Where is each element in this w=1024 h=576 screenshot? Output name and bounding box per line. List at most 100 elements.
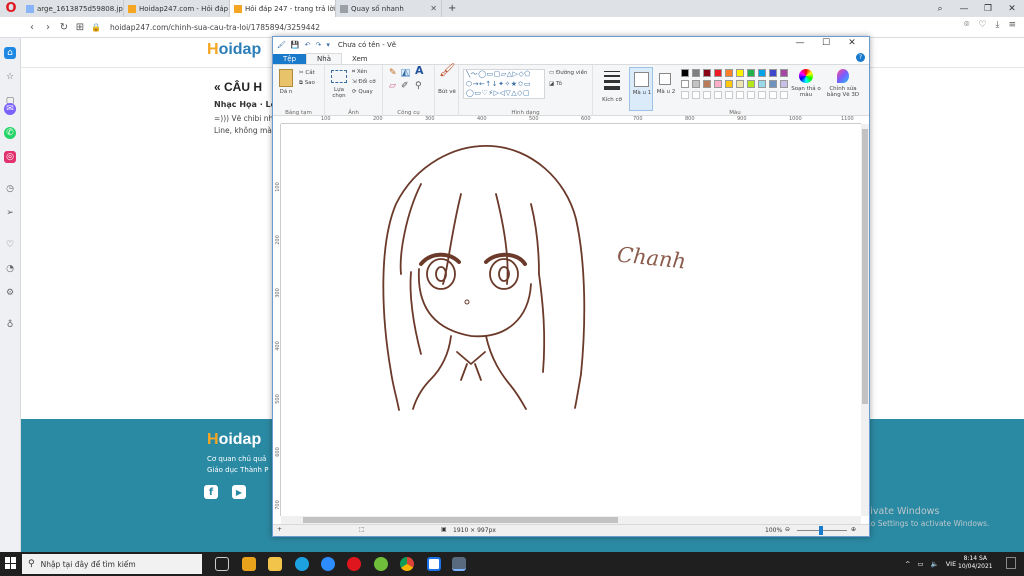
tab-image[interactable]: arge_1613875d59808.jpg ✕ <box>22 0 124 17</box>
heart-icon[interactable]: ♡ <box>978 20 986 30</box>
rotate-button[interactable]: ⟳ Quay <box>352 89 373 95</box>
color-swatch[interactable] <box>780 69 788 77</box>
camera-icon[interactable]: ⌾ <box>964 20 969 30</box>
language-indicator[interactable]: VIE <box>946 560 956 568</box>
reload-icon[interactable]: ↻ <box>56 22 72 33</box>
youtube-icon[interactable]: ▶ <box>232 485 246 499</box>
send-icon[interactable]: ➢ <box>4 207 16 219</box>
eraser-icon[interactable]: ▱ <box>389 82 396 91</box>
tab-home[interactable]: Nhà <box>306 53 342 64</box>
start-icon[interactable] <box>5 557 17 569</box>
customize-icon[interactable]: ▾ <box>326 41 330 49</box>
custom-color-slot[interactable] <box>769 91 777 99</box>
facebook-icon[interactable]: f <box>204 485 218 499</box>
back-icon[interactable]: ‹ <box>24 22 40 33</box>
paint-taskbar-icon[interactable] <box>452 557 466 571</box>
color-swatch[interactable] <box>714 80 722 88</box>
home-icon[interactable]: ⌂ <box>4 47 16 59</box>
line-size-icon[interactable] <box>604 71 620 90</box>
redo-icon[interactable]: ↷ <box>315 41 321 49</box>
pencil-icon[interactable]: ✎ <box>389 69 397 78</box>
color-swatch[interactable] <box>780 80 788 88</box>
color-swatch[interactable] <box>681 80 689 88</box>
url-field[interactable]: hoidap247.com/chinh-sua-cau-tra-loi/1785… <box>110 23 320 32</box>
drawing-canvas[interactable]: Chanh <box>281 124 861 516</box>
custom-color-slot[interactable] <box>736 91 744 99</box>
brush-icon[interactable]: 🖌 <box>439 64 456 77</box>
file-explorer-icon[interactable] <box>242 557 256 571</box>
folder-icon[interactable] <box>268 557 282 571</box>
text-icon[interactable]: A <box>415 65 424 76</box>
history-icon[interactable]: ◷ <box>4 183 16 195</box>
bulb-icon[interactable]: ♁ <box>4 319 16 331</box>
tab-file[interactable]: Tệp <box>273 54 307 64</box>
paste-icon[interactable] <box>279 69 293 87</box>
custom-color-slot[interactable] <box>692 91 700 99</box>
zoom-out-icon[interactable]: ⊖ <box>785 526 790 533</box>
close-icon[interactable]: ✕ <box>1000 4 1024 14</box>
star-icon[interactable]: ☆ <box>4 71 16 83</box>
notifications-icon[interactable] <box>1006 557 1016 569</box>
color-picker-icon[interactable]: ✐ <box>401 82 409 91</box>
instagram-icon[interactable]: ◎ <box>4 151 16 163</box>
chrome-icon[interactable] <box>400 557 414 571</box>
search-tabs-icon[interactable]: ⌕ <box>928 4 952 14</box>
undo-icon[interactable]: ↶ <box>305 41 311 49</box>
crop-button[interactable]: ⌗ Xén <box>352 69 367 75</box>
color-swatch[interactable] <box>736 69 744 77</box>
color-swatch[interactable] <box>703 80 711 88</box>
task-view-icon[interactable] <box>215 557 229 571</box>
minimize-icon[interactable]: — <box>787 38 813 48</box>
color1-button[interactable]: Mà u 1 <box>629 67 653 111</box>
color-swatch[interactable] <box>725 80 733 88</box>
whatsapp-icon[interactable]: ✆ <box>4 127 16 139</box>
taskbar-clock[interactable]: 8:14 SA 10/04/2021 <box>958 555 993 571</box>
tab-hoidap-answer[interactable]: Hỏi đáp 247 - trang trả lời ✕ <box>230 0 336 17</box>
rainbow-icon[interactable] <box>799 69 813 83</box>
close-icon[interactable]: ✕ <box>426 4 437 13</box>
restore-icon[interactable]: ❐ <box>976 4 1000 14</box>
copy-button[interactable]: ⧉ Sao <box>299 80 315 86</box>
taskbar-search-box[interactable]: ⚲ Nhập tại đây để tìm kiếm <box>22 554 202 574</box>
color-swatch[interactable] <box>692 80 700 88</box>
color-swatch[interactable] <box>747 69 755 77</box>
color-swatch[interactable] <box>736 80 744 88</box>
minimize-icon[interactable]: — <box>952 4 976 14</box>
fill-icon[interactable]: ◭ <box>401 69 410 78</box>
horizontal-scroll-thumb[interactable] <box>303 517 618 523</box>
cut-button[interactable]: ✂ Cắt <box>299 70 315 76</box>
color-swatch[interactable] <box>769 69 777 77</box>
maximize-icon[interactable]: ☐ <box>813 38 839 48</box>
edge-icon[interactable] <box>295 557 309 571</box>
resize-button[interactable]: ⇲ Đổi cỡ <box>352 79 376 85</box>
shapes-gallery[interactable]: ╲〜◯▭▢▱△▷◇⬠ ⬡→←↑↓✦✧★✩▭ ◯▭♡⚡▷◁▽△◇▢ <box>463 69 545 99</box>
paint3d-icon[interactable] <box>837 69 849 83</box>
home-grid-icon[interactable]: ⊞ <box>72 22 88 33</box>
lock-icon[interactable]: 🔒 <box>88 23 104 32</box>
download-icon[interactable]: ⤓ <box>995 20 999 30</box>
tray-chevron-icon[interactable]: ^ <box>905 560 910 568</box>
fill-button[interactable]: ◪ Tô <box>549 81 562 87</box>
zoom-in-icon[interactable]: ⊕ <box>851 526 856 533</box>
custom-color-slot[interactable] <box>758 91 766 99</box>
outline-button[interactable]: ▭ Đường viền <box>549 70 587 76</box>
tab-hoidap-home[interactable]: Hoidap247.com - Hỏi đáp ✕ <box>124 0 230 17</box>
zoom-slider-thumb[interactable] <box>819 526 823 535</box>
opera-logo-icon[interactable]: O <box>0 0 22 17</box>
magnifier-icon[interactable]: ⚲ <box>415 82 422 91</box>
select-icon[interactable] <box>331 70 347 83</box>
site-logo[interactable]: Hoidap <box>207 41 261 59</box>
network-icon[interactable]: ▭ <box>917 560 923 568</box>
close-icon[interactable]: ✕ <box>839 38 865 48</box>
forward-icon[interactable]: › <box>40 22 56 33</box>
settings-icon[interactable]: ⚙ <box>4 287 16 299</box>
volume-icon[interactable]: 🔈 <box>931 560 939 568</box>
custom-color-slot[interactable] <box>780 91 788 99</box>
clock-icon[interactable]: ◔ <box>4 263 16 275</box>
menu-icon[interactable]: ≡ <box>1008 20 1016 30</box>
add-icon[interactable]: + <box>277 526 282 533</box>
help-icon[interactable]: ? <box>856 53 865 62</box>
color-swatch[interactable] <box>703 69 711 77</box>
color-swatch[interactable] <box>681 69 689 77</box>
color-swatch[interactable] <box>769 80 777 88</box>
